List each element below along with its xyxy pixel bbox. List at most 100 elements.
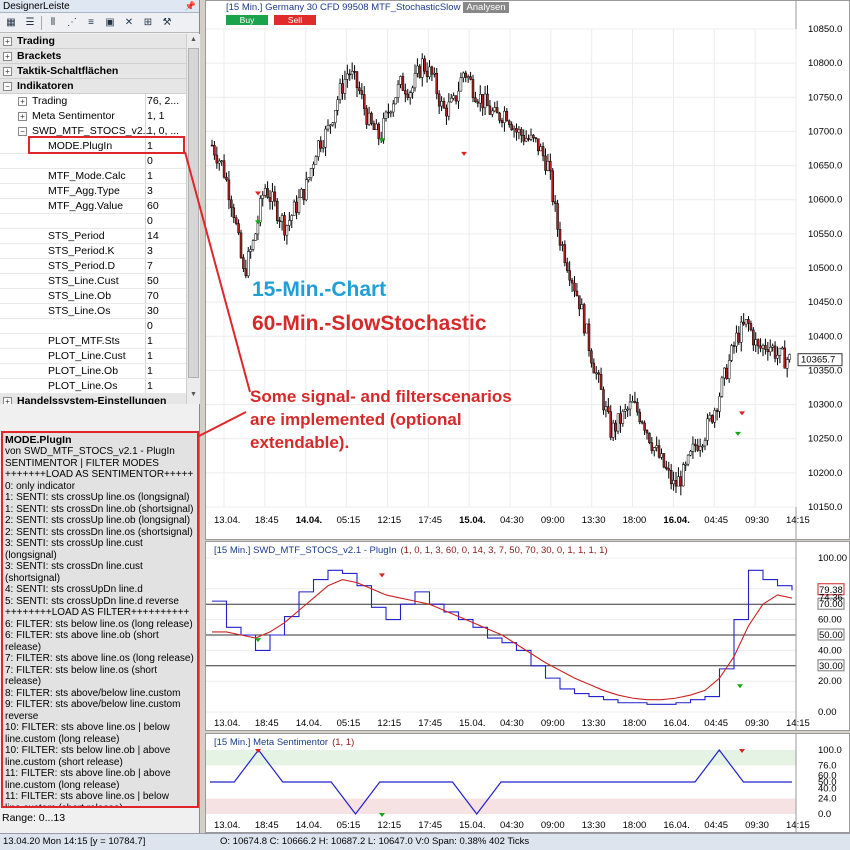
tree-item-label: Brackets xyxy=(17,50,62,62)
tree-row-cat[interactable]: + Taktik-Schaltflächen xyxy=(0,64,186,79)
tree-row-cat[interactable]: + Brackets xyxy=(0,49,186,64)
candle-body xyxy=(703,440,707,447)
tree-row-param[interactable]: MTF_Agg.Type 3 xyxy=(0,184,186,199)
candle-body xyxy=(331,122,335,126)
time-tick-label: 04:30 xyxy=(500,718,524,729)
expand-icon[interactable]: + xyxy=(18,112,27,121)
stoch-tick-label: 100.00 xyxy=(818,553,847,564)
analysis-tag[interactable]: Analysen xyxy=(463,2,509,13)
tree-item-value[interactable]: 1 xyxy=(147,364,153,379)
tree-item-value[interactable]: 76, 2... xyxy=(147,94,179,109)
candle-body xyxy=(305,179,308,201)
tree-row-param[interactable]: PLOT_Line.Ob 1 xyxy=(0,364,186,379)
tree-item-value[interactable]: 50 xyxy=(147,274,159,289)
tree-row-param[interactable]: STS_Period 14 xyxy=(0,229,186,244)
scroll-down-icon[interactable]: ▼ xyxy=(190,391,197,398)
time-tick-label: 13:30 xyxy=(582,820,606,831)
tree-row-param[interactable]: MTF_Agg.Value 60 xyxy=(0,199,186,214)
candle-body xyxy=(650,442,654,451)
stochastic-pane[interactable]: 0.0020.0040.0060.0080.00100.0070.0050.00… xyxy=(205,541,850,731)
tree-item-value[interactable]: 0 xyxy=(147,319,153,334)
tools-icon[interactable]: ⚒ xyxy=(159,15,175,31)
candle-body xyxy=(498,112,501,121)
candle-body xyxy=(749,323,753,331)
tree-row-sub[interactable]: + Trading 76, 2... xyxy=(0,94,186,109)
scroll-thumb[interactable] xyxy=(188,48,199,378)
candle-body xyxy=(505,111,509,122)
tree-row-param[interactable]: 0 xyxy=(0,154,186,169)
tree-row-param[interactable]: STS_Period.K 3 xyxy=(0,244,186,259)
tree-item-value[interactable]: 1, 1 xyxy=(147,109,165,124)
candle-body xyxy=(454,95,458,102)
collapse-icon[interactable]: − xyxy=(18,127,27,136)
tree-item-value[interactable]: 3 xyxy=(147,184,153,199)
pin-icon[interactable]: 📌 xyxy=(185,0,196,13)
tree-row-cat[interactable]: − Indikatoren xyxy=(0,79,186,94)
tree-row-param[interactable]: STS_Line.Ob 70 xyxy=(0,289,186,304)
tree-row-param[interactable]: 0 xyxy=(0,319,186,334)
tree-item-value[interactable]: 1 xyxy=(147,334,153,349)
tree-item-value[interactable]: 60 xyxy=(147,199,159,214)
tree-item-value[interactable]: 7 xyxy=(147,259,153,274)
candle-body xyxy=(669,469,673,485)
candles-icon[interactable]: ⫴ xyxy=(45,15,61,31)
price-chart-svg: 10150.0 10200.0 10250.0 10300.0 10350.0 10400… xyxy=(206,1,843,539)
tree-item-value[interactable]: 0 xyxy=(147,154,153,169)
tree-row-param[interactable]: STS_Line.Cust 50 xyxy=(0,274,186,289)
tree-item-value[interactable]: 1 xyxy=(147,349,153,364)
candle-body xyxy=(413,73,417,89)
tree-item-value[interactable]: 70 xyxy=(147,289,159,304)
scroll-up-icon[interactable]: ▲ xyxy=(190,36,197,43)
delete-icon[interactable]: ✕ xyxy=(121,15,137,31)
sentimentor-pane[interactable]: 100.0 76.0 60.0 50.0 40.0 24.0 0.0 13.04. 18:45 1… xyxy=(205,733,850,833)
tree-item-value[interactable]: 14 xyxy=(147,229,159,244)
tree-row-cat[interactable]: + Handelssystem-Einstellungen xyxy=(0,394,186,404)
image-icon[interactable]: ▣ xyxy=(102,15,118,31)
candle-body xyxy=(783,347,786,369)
properties-icon[interactable]: ⊞ xyxy=(140,15,156,31)
sentimentor-svg: 100.076.060.050.040.024.00.013.04. 18:45 1… xyxy=(206,734,842,832)
candle-body xyxy=(665,466,668,469)
tree-row-param[interactable]: STS_Line.Os 30 xyxy=(0,304,186,319)
collapse-icon[interactable]: − xyxy=(3,82,12,91)
tree-row-cat[interactable]: + Trading xyxy=(0,34,186,49)
tree-row-param[interactable]: MTF_Mode.Calc 1 xyxy=(0,169,186,184)
buy-button[interactable]: Buy xyxy=(226,15,268,25)
list-icon[interactable]: ☰ xyxy=(22,15,38,31)
tree-item-value[interactable]: 30 xyxy=(147,304,159,319)
tree-row-param[interactable]: 0 xyxy=(0,214,186,229)
tree-row-param[interactable]: PLOT_Line.Os 1 xyxy=(0,379,186,394)
time-tick-label: 09:30 xyxy=(745,718,769,729)
candle-body xyxy=(350,70,354,75)
tree-row-param[interactable]: PLOT_MTF.Sts 1 xyxy=(0,334,186,349)
tree-item-value[interactable]: 3 xyxy=(147,244,153,259)
expand-icon[interactable]: + xyxy=(3,67,12,76)
expand-icon[interactable]: + xyxy=(3,397,12,404)
expand-icon[interactable]: + xyxy=(3,37,12,46)
line-chart-icon[interactable]: ⋰ xyxy=(64,15,80,31)
tree-row-sub[interactable]: + Meta Sentimentor 1, 1 xyxy=(0,109,186,124)
price-tick-label: 10750.0 xyxy=(808,92,842,103)
list-view-icon[interactable]: ≡ xyxy=(83,15,99,31)
tree-row-param[interactable]: STS_Period.D 7 xyxy=(0,259,186,274)
new-icon[interactable]: ▦ xyxy=(3,15,19,31)
last-price-label: 10365.7 xyxy=(801,355,835,366)
description-line: 11: FILTER: sts above line.os | below xyxy=(5,791,169,802)
expand-icon[interactable]: + xyxy=(3,52,12,61)
candle-body xyxy=(776,355,779,359)
tree-item-value[interactable]: 1 xyxy=(147,169,153,184)
tree-scrollbar[interactable]: ▲ ▼ xyxy=(186,34,200,404)
candle-body xyxy=(686,454,690,465)
time-tick-label: 13:30 xyxy=(582,718,606,729)
tree-item-label: MTF_Agg.Value xyxy=(48,200,124,212)
candle-body xyxy=(317,140,320,158)
tree-row-param[interactable]: PLOT_Line.Cust 1 xyxy=(0,349,186,364)
candle-body xyxy=(377,123,380,140)
tree-item-value[interactable]: 1 xyxy=(147,379,153,394)
tree-item-value[interactable]: 0 xyxy=(147,214,153,229)
expand-icon[interactable]: + xyxy=(18,97,27,106)
column-divider xyxy=(145,349,146,363)
sell-button[interactable]: Sell xyxy=(274,15,316,25)
senti-tick-label: 0.0 xyxy=(818,809,831,820)
price-chart-pane[interactable]: [15 Min.] Germany 30 CFD 99508 MTF_Stoch… xyxy=(205,0,850,540)
